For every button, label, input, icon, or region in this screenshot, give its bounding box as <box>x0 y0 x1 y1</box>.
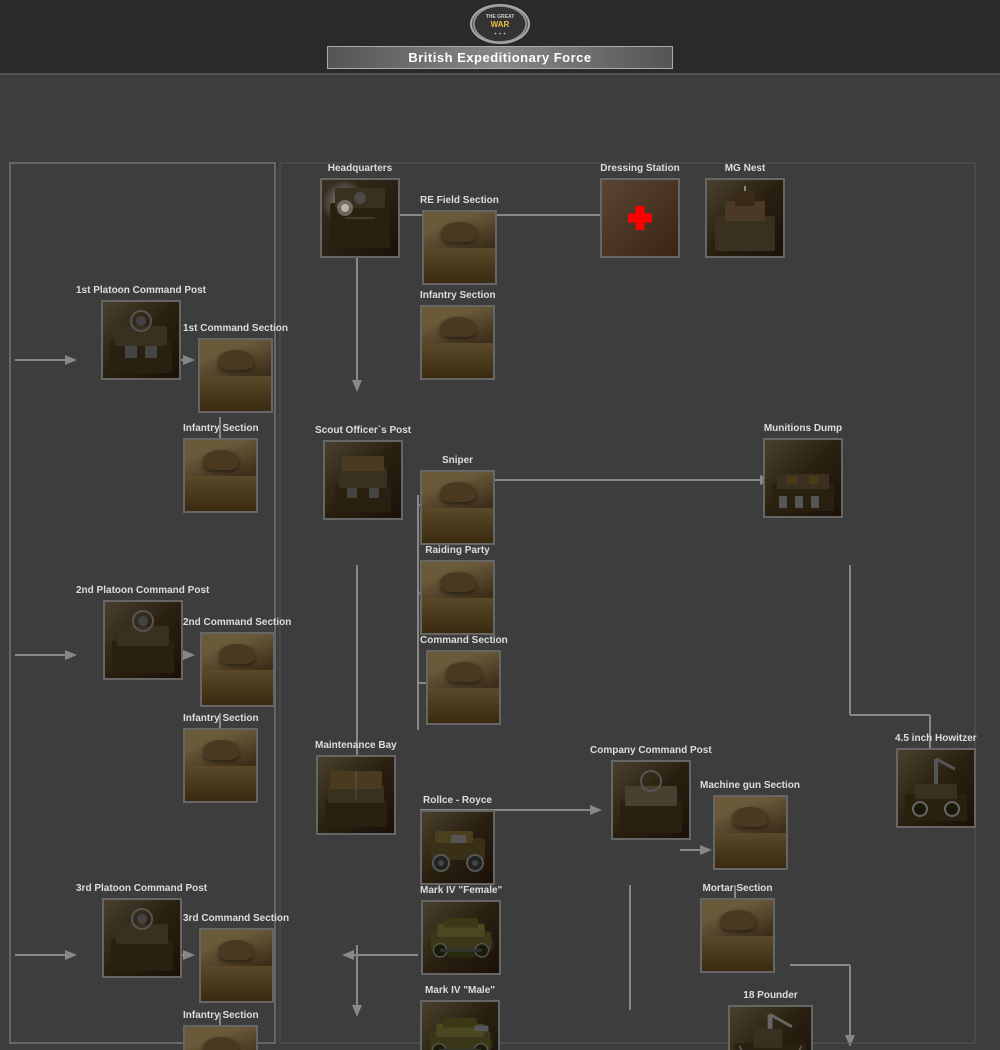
raiding-party-unit[interactable]: Raiding Party <box>420 545 495 635</box>
headquarters-image <box>320 178 400 258</box>
sniper-image <box>420 470 495 545</box>
machine-gun-section-image <box>713 795 788 870</box>
mark-iv-male-image <box>420 1000 500 1050</box>
infantry-section-2-image <box>183 728 258 803</box>
platoon3-cmd-image <box>102 898 182 978</box>
howitzer-unit[interactable]: 4.5 inch Howitzer <box>895 733 977 828</box>
infantry-section-1-image <box>183 438 258 513</box>
cmd-section-1st-unit[interactable]: 1st Command Section <box>183 323 288 413</box>
company-cmd-post-unit[interactable]: Company Command Post <box>590 745 712 840</box>
raiding-party-image <box>420 560 495 635</box>
dressing-station-unit[interactable]: Dressing Station <box>600 163 680 258</box>
rollce-royce-unit[interactable]: Rollce - Royce <box>420 795 495 885</box>
cmd-section-3rd-image <box>199 928 274 1003</box>
rollce-royce-image <box>420 810 495 885</box>
platoon2-cmd-image <box>103 600 183 680</box>
headquarters-unit[interactable]: Headquarters <box>320 163 400 258</box>
machine-gun-section-unit[interactable]: Machine gun Section <box>700 780 800 870</box>
infantry-section-1-unit[interactable]: Infantry Section <box>183 423 259 513</box>
sniper-unit[interactable]: Sniper <box>420 455 495 545</box>
mortar-section-image <box>700 898 775 973</box>
mg-nest-image <box>705 178 785 258</box>
infantry-section-3-unit[interactable]: Infantry Section <box>183 1010 259 1050</box>
munitions-dump-unit[interactable]: Munitions Dump <box>763 423 843 518</box>
munitions-dump-image <box>763 438 843 518</box>
cmd-section-3rd-unit[interactable]: 3rd Command Section <box>183 913 289 1003</box>
infantry-section-top-image <box>420 305 495 380</box>
command-section-mid-unit[interactable]: Command Section <box>420 635 508 725</box>
cmd-section-2nd-unit[interactable]: 2nd Command Section <box>183 617 291 707</box>
howitzer-image <box>896 748 976 828</box>
command-section-mid-image <box>426 650 501 725</box>
maintenance-bay-unit[interactable]: Maintenance Bay <box>315 740 397 835</box>
infantry-section-top-unit[interactable]: Infantry Section <box>420 290 496 380</box>
pounder-18-unit[interactable]: 18 Pounder <box>728 990 813 1050</box>
cmd-section-1st-image <box>198 338 273 413</box>
logo: THE GREAT WAR ✦ ✦ ✦ <box>470 4 530 44</box>
mark-iv-female-unit[interactable]: Mark IV "Female" <box>420 885 502 975</box>
maintenance-bay-image <box>316 755 396 835</box>
mark-iv-male-unit[interactable]: Mark IV "Male" <box>420 985 500 1050</box>
company-cmd-post-image <box>611 760 691 840</box>
svg-text:WAR: WAR <box>490 20 509 29</box>
header: THE GREAT WAR ✦ ✦ ✦ British Expeditionar… <box>0 0 1000 75</box>
platoon1-cmd-image <box>101 300 181 380</box>
cmd-section-2nd-image <box>200 632 275 707</box>
re-field-section-unit[interactable]: RE Field Section <box>420 195 499 285</box>
scout-officer-post-unit[interactable]: Scout Officer`s Post <box>315 425 411 520</box>
svg-text:✦ ✦ ✦: ✦ ✦ ✦ <box>493 31 506 36</box>
mg-nest-unit[interactable]: MG Nest <box>705 163 785 258</box>
infantry-section-2-unit[interactable]: Infantry Section <box>183 713 259 803</box>
mortar-section-unit[interactable]: Mortar Section <box>700 883 775 973</box>
pounder-18-image <box>728 1005 813 1050</box>
mark-iv-female-image <box>421 900 501 975</box>
page-title: British Expeditionary Force <box>327 46 672 69</box>
infantry-section-3-image <box>183 1025 258 1050</box>
diagram-area: Headquarters RE Field Section Infant <box>0 75 1000 1050</box>
dressing-station-image <box>600 178 680 258</box>
scout-officer-post-image <box>323 440 403 520</box>
re-field-section-image <box>422 210 497 285</box>
